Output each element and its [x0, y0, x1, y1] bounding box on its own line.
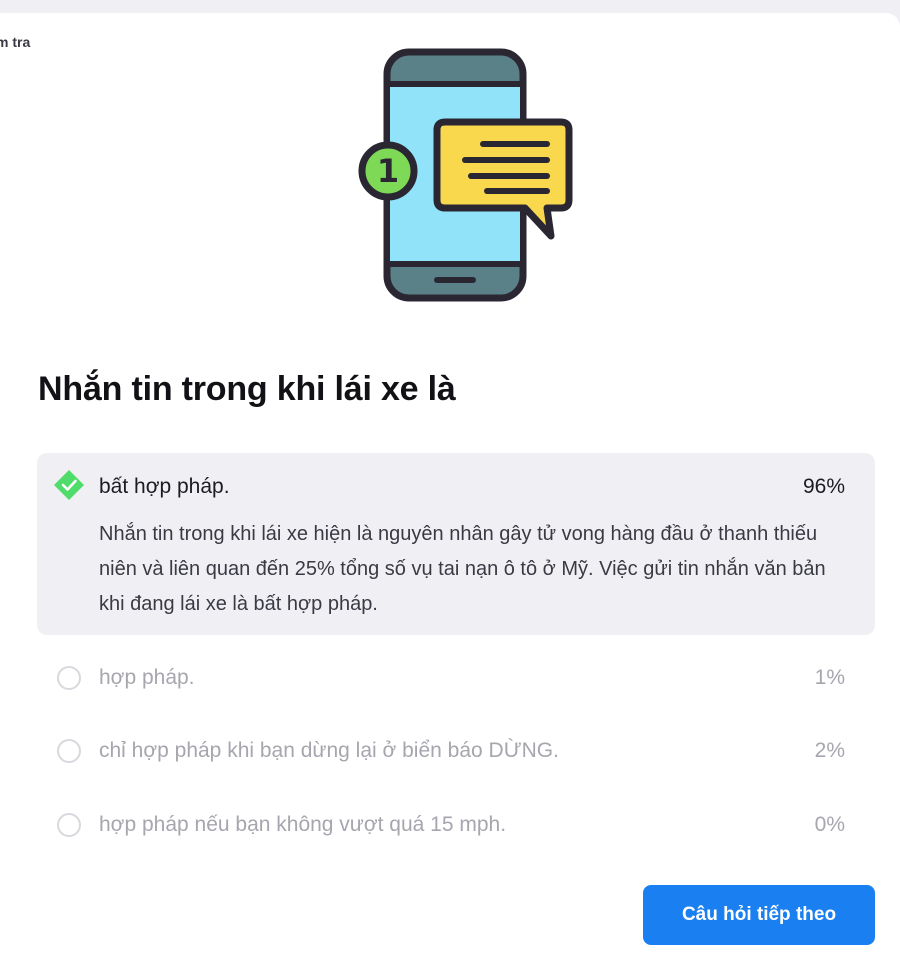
- answer-percent: 96%: [802, 475, 845, 498]
- answer-percent: 2%: [814, 739, 845, 762]
- answer-option-3[interactable]: chỉ hợp pháp khi bạn dừng lại ở biển báo…: [37, 729, 875, 781]
- phone-message-icon: 1: [358, 48, 573, 302]
- answer-percent: 1%: [814, 666, 845, 689]
- top-bar: [0, 0, 900, 13]
- answer-option-2[interactable]: hợp pháp. 1%: [37, 656, 875, 708]
- breadcrumb: m tra: [0, 34, 31, 50]
- next-question-button[interactable]: Câu hỏi tiếp theo: [643, 885, 875, 945]
- radio-button[interactable]: [57, 666, 81, 690]
- answer-label: chỉ hợp pháp khi bạn dừng lại ở biển báo…: [99, 739, 559, 762]
- answer-label: hợp pháp.: [99, 666, 195, 689]
- answer-option-1[interactable]: bất hợp pháp. 96% Nhắn tin trong khi lái…: [37, 453, 875, 635]
- radio-button[interactable]: [57, 813, 81, 837]
- radio-button[interactable]: [57, 739, 81, 763]
- answer-percent: 0%: [814, 813, 845, 836]
- answer-label: hợp pháp nếu bạn không vượt quá 15 mph.: [99, 813, 507, 836]
- correct-check-icon: [54, 470, 84, 500]
- notification-badge-number: 1: [377, 152, 399, 190]
- answer-label: bất hợp pháp.: [99, 475, 230, 498]
- question-title: Nhắn tin trong khi lái xe là: [38, 370, 456, 408]
- answer-option-4[interactable]: hợp pháp nếu bạn không vượt quá 15 mph. …: [37, 803, 875, 855]
- answer-explanation: Nhắn tin trong khi lái xe hiện là nguyên…: [99, 523, 826, 615]
